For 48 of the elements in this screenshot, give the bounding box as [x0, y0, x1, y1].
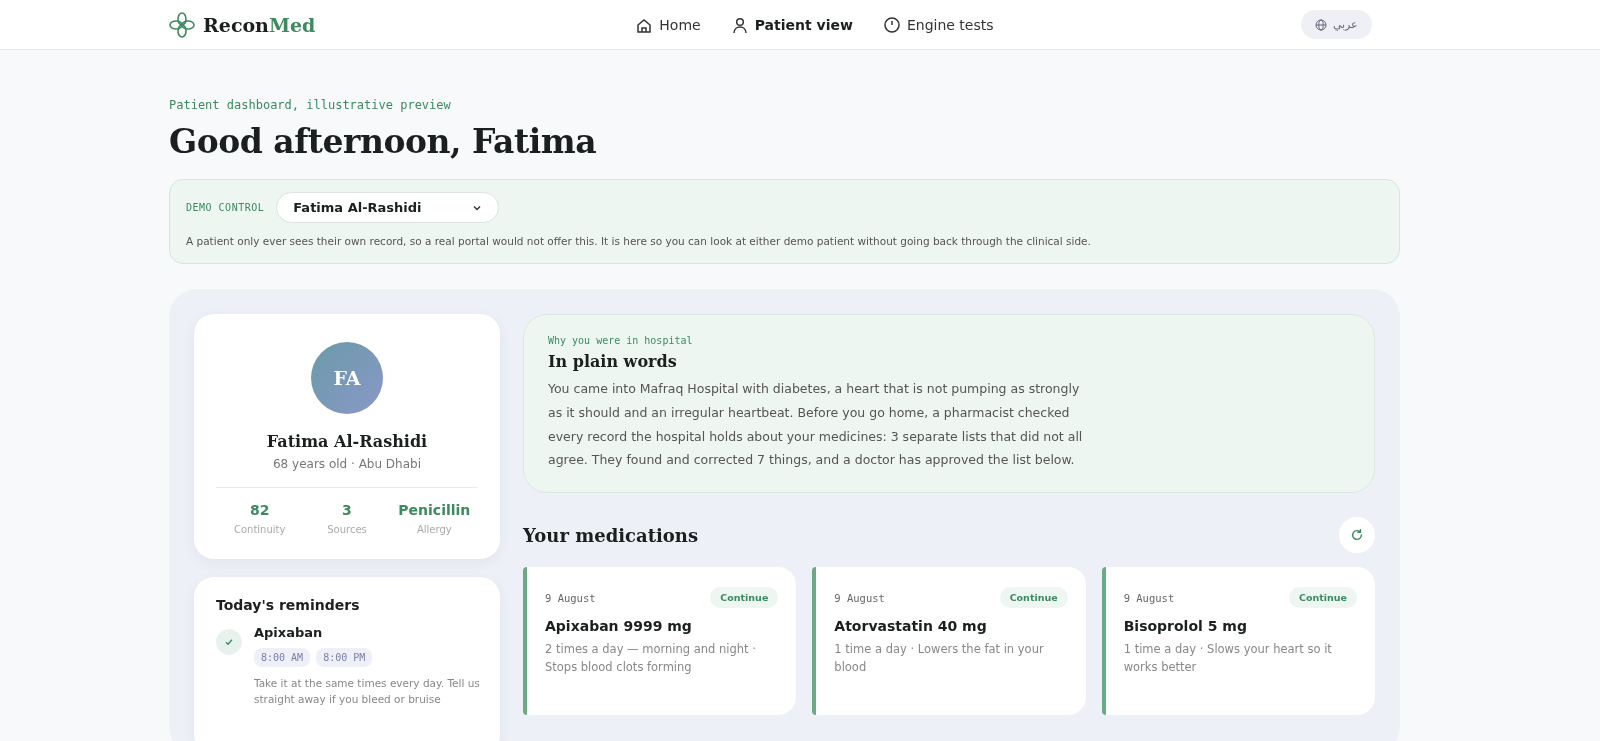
medication-date: 9 August — [834, 591, 885, 604]
nav-link[interactable]: Engine tests — [882, 15, 994, 34]
stat-label: Allergy — [416, 524, 452, 535]
medication-description: 2 times a day — morning and night · Stops blood clots forming — [545, 641, 757, 677]
avatar: FA — [311, 342, 383, 414]
status-badge: Continue — [1288, 587, 1357, 608]
refresh-icon — [1350, 528, 1364, 542]
reminder-note: Take it at the same times every day. Tell us straight away if you bleed or bruise — [254, 676, 481, 708]
greeting-heading: Good afternoon, Fatima — [169, 122, 598, 161]
medication-description: 1 time a day · Slows your heart so it works better — [1123, 641, 1333, 677]
done-check[interactable] — [216, 629, 242, 655]
logo-icon — [169, 11, 195, 38]
summary-heading: In plain words — [548, 352, 678, 371]
patient-select[interactable]: Fatima Al-Rashidi — [276, 192, 499, 223]
globe-icon — [1315, 18, 1327, 31]
medication-name: Bisoprolol 5 mg — [1123, 618, 1248, 634]
clock-icon — [882, 15, 901, 34]
demo-control-label: DEMO CONTROL — [186, 202, 265, 213]
time-chip: 8:00 PM — [316, 648, 373, 667]
status-badge: Continue — [710, 587, 779, 608]
page-eyebrow: Patient dashboard, illustrative preview — [169, 98, 452, 112]
medication-date: 9 August — [545, 591, 596, 604]
status-badge: Continue — [999, 587, 1068, 608]
medication-date: 9 August — [1123, 591, 1175, 604]
demo-note: A patient only ever sees their own record, so a real portal would not offer this. It is here so you can look at either demo patient without going back through the clinical side. — [186, 235, 1092, 247]
nav-link[interactable]: Patient view — [730, 15, 853, 34]
medication-name: Atorvastatin 40 mg — [834, 618, 988, 634]
refresh-button[interactable] — [1339, 517, 1375, 553]
time-chip: 8:00 AM — [254, 648, 311, 667]
stat-value: 82 — [249, 502, 270, 518]
reminders-heading: Today's reminders — [216, 597, 361, 613]
language-button[interactable]: عربي — [1301, 10, 1372, 39]
stat-label: Sources — [327, 524, 367, 535]
reminder-medication: Apixaban — [254, 625, 324, 640]
stat-value: 3 — [342, 502, 352, 518]
medication-name: Apixaban 9999 mg — [545, 618, 693, 634]
stat-value: Penicillin — [398, 502, 471, 518]
medications-heading: Your medications — [523, 524, 699, 546]
brand-name[interactable]: ReconMed — [203, 13, 316, 36]
patient-details: 68 years old · Abu Dhabi — [272, 457, 422, 471]
nav-link[interactable]: Home — [635, 15, 701, 34]
summary-eyebrow: Why you were in hospital — [548, 335, 694, 346]
person-icon — [730, 15, 749, 34]
patient-name: Fatima Al-Rashidi — [266, 432, 428, 451]
medication-description: 1 time a day · Lowers the fat in your blood — [834, 641, 1045, 677]
summary-text: You came into Mafraq Hospital with diabetes, a heart that is not pumping as strongly as it should and an irregular heartbeat. Before you go home, a pharmacist checked every record the hospital holds about your medicines: 3 separate lists that did not all agree. They found and corrected 7 things, and a doctor has approved the list below. — [548, 380, 1083, 470]
stat-label: Continuity — [233, 524, 286, 535]
checkmark-icon — [224, 637, 234, 647]
